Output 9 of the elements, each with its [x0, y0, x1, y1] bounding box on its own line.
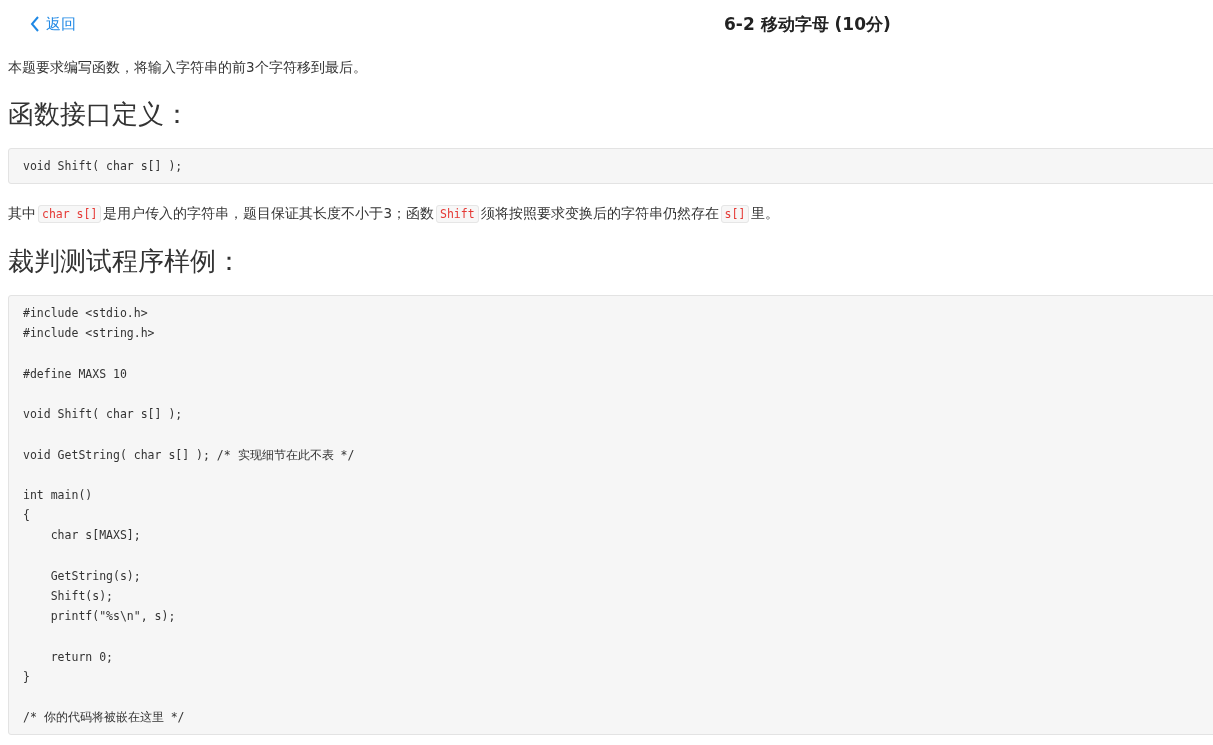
section-heading: 函数接口定义： [8, 98, 191, 131]
code-block: void Shift( char s[] ); [8, 148, 1213, 185]
paragraph: 其中 char s[] 是用户传入的字符串，题目保证其长度不小于3；函数 Shift 须将按照要求变换后的字符串仍然存在 s[] 里。 [8, 204, 781, 226]
code-block: #include <stdio.h> #include <string.h> #define MAXS 10 void Shift( char s[] ); void GetString( char s[] ); /* 实现细节在此不表 */ int main() { char s[MAXS]; GetString(s); Shift(s); printf("%s\n", s); return 0; } /* 你的代码将被嵌在这里 */ [8, 295, 1213, 736]
chevron-left-icon [30, 16, 40, 32]
section-heading: 裁判测试程序样例： [8, 245, 243, 279]
back-link[interactable]: 返回 [30, 14, 76, 34]
paragraph: 本题要求编写函数，将输入字符串的前3个字符移到最后。 [8, 58, 368, 77]
page-title: 6-2 移动字母 (10分) [724, 12, 891, 36]
